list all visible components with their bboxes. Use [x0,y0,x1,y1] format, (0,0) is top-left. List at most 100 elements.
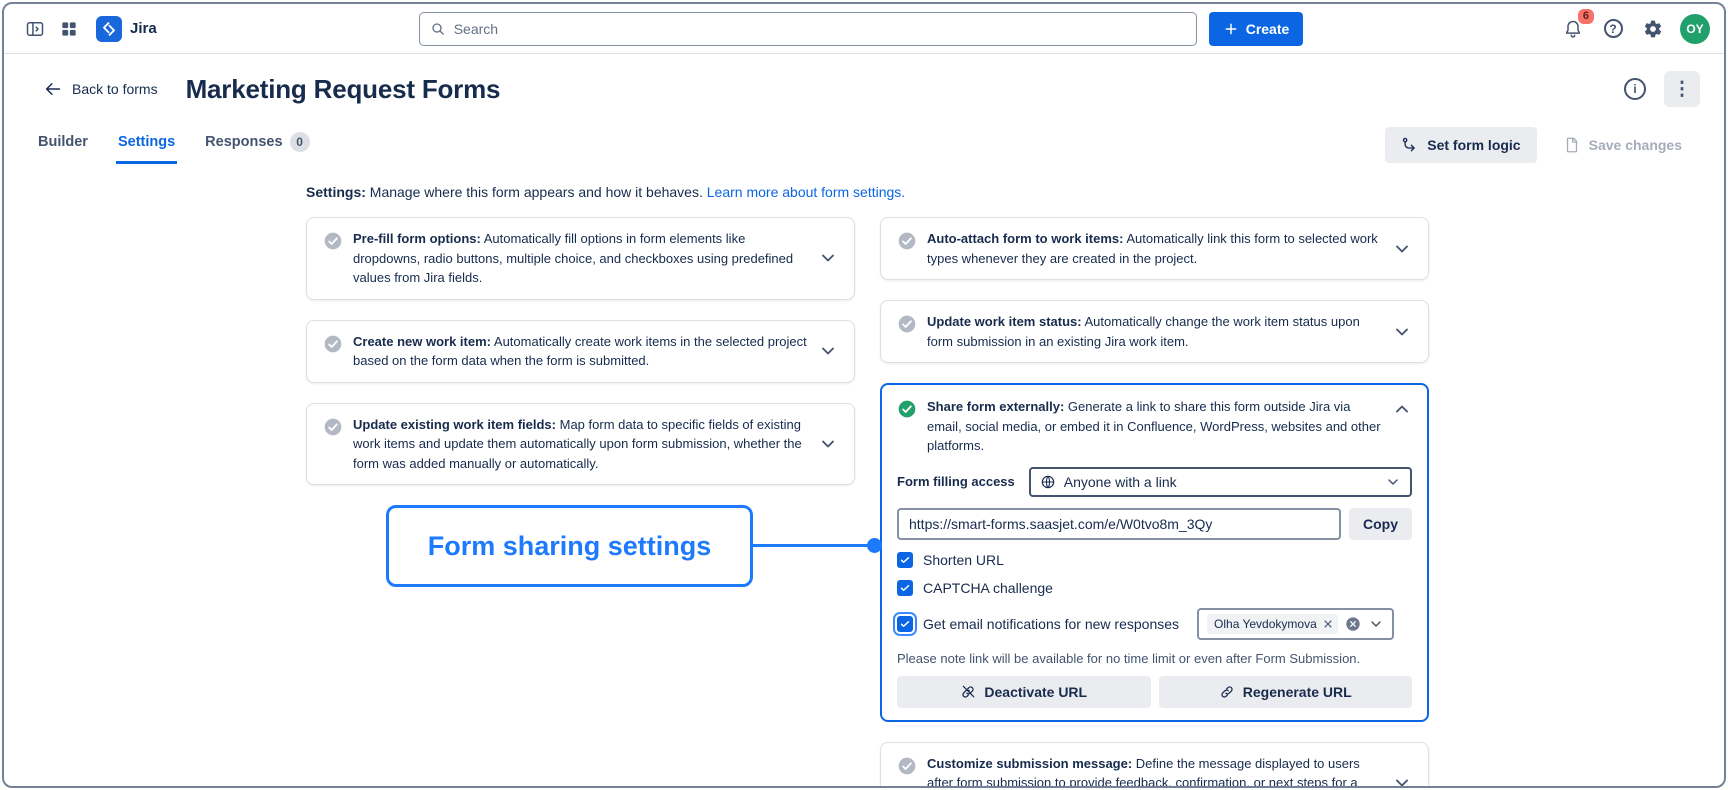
settings-button[interactable] [1636,12,1670,46]
auto-attach-card[interactable]: Auto-attach form to work items: Automati… [880,217,1429,280]
profile-avatar[interactable]: OY [1680,14,1710,44]
settings-column-left: Pre-fill form options: Automatically fil… [306,217,855,485]
more-menu-button[interactable]: ⋮ [1664,71,1700,107]
annotation-connector-dot [867,538,882,553]
search-icon [430,21,446,37]
global-search [419,12,1197,46]
sidebar-toggle-icon [25,19,45,39]
prefill-form-options-card[interactable]: Pre-fill form options: Automatically fil… [306,217,855,300]
create-new-work-item-card[interactable]: Create new work item: Automatically crea… [306,320,855,383]
check-circle-icon [323,334,343,354]
share-url-input[interactable] [897,508,1341,540]
jira-logo-icon [96,16,122,42]
card-text: Auto-attach form to work items: Automati… [927,229,1382,268]
plus-icon [1223,21,1239,37]
info-button[interactable]: i [1618,72,1652,106]
arrow-left-icon [44,80,62,98]
check-circle-icon [323,231,343,251]
chevron-up-icon[interactable] [1392,399,1412,419]
app-switcher-button[interactable] [52,12,86,46]
share-availability-note: Please note link will be available for n… [897,651,1412,666]
notifications-button[interactable]: 6 [1556,12,1590,46]
card-text: Create new work item: Automatically crea… [353,332,808,371]
captcha-label: CAPTCHA challenge [923,580,1053,596]
share-panel-text: Share form externally: Generate a link t… [927,397,1382,456]
check-icon [899,582,911,594]
jira-home-link[interactable]: Jira [96,16,157,42]
app-window: Jira Create 6 ? OY Back to f [2,2,1726,788]
clear-selection-icon[interactable] [1345,616,1361,632]
annotation-label: Form sharing settings [428,531,712,562]
save-icon [1563,136,1581,154]
back-label: Back to forms [72,81,158,97]
email-notifications-checkbox[interactable] [897,616,913,632]
chevron-down-icon[interactable] [818,248,838,268]
unlink-icon [960,684,976,700]
help-button[interactable]: ? [1596,12,1630,46]
tab-responses[interactable]: Responses 0 [203,126,311,164]
email-notifications-option: Get email notifications for new response… [897,608,1412,640]
save-changes-button[interactable]: Save changes [1553,127,1692,163]
chevron-down-icon[interactable] [1392,773,1412,788]
gear-icon [1643,19,1663,39]
chevron-down-icon[interactable] [1392,322,1412,342]
app-grid-icon [59,19,79,39]
form-filling-access-select[interactable]: Anyone with a link [1029,467,1412,497]
remove-tag-icon[interactable] [1322,618,1334,630]
notification-badge: 6 [1578,9,1594,24]
captcha-option: CAPTCHA challenge [897,580,1412,596]
form-filling-access-row: Form filling access Anyone with a link [897,467,1412,497]
card-text: Pre-fill form options: Automatically fil… [353,229,808,288]
check-circle-icon [323,417,343,437]
learn-more-link[interactable]: Learn more about form settings. [707,184,905,200]
check-icon [899,618,911,630]
top-navigation-bar: Jira Create 6 ? OY [4,4,1724,54]
customize-submission-message-card[interactable]: Customize submission message: Define the… [880,742,1429,789]
copy-url-button[interactable]: Copy [1349,508,1412,540]
captcha-checkbox[interactable] [897,580,913,596]
shorten-url-checkbox[interactable] [897,552,913,568]
card-text: Update existing work item fields: Map fo… [353,415,808,474]
form-toolbar: Set form logic Save changes [1385,127,1692,163]
more-icon: ⋮ [1673,78,1692,101]
shorten-url-option: Shorten URL [897,552,1412,568]
deactivate-url-button[interactable]: Deactivate URL [897,676,1151,708]
settings-columns: Pre-fill form options: Automatically fil… [306,217,1429,788]
topbar-actions: 6 ? OY [1556,12,1710,46]
notification-recipients-select[interactable]: Olha Yevdokymova [1197,608,1394,640]
recipient-name: Olha Yevdokymova [1214,617,1317,631]
chevron-down-icon[interactable] [1392,239,1412,259]
recipient-tag: Olha Yevdokymova [1207,614,1338,634]
page-header: Back to forms Marketing Request Forms i … [44,70,1700,108]
back-to-forms-button[interactable]: Back to forms [44,80,158,98]
sidebar-toggle-button[interactable] [18,12,52,46]
branch-icon [1401,136,1419,154]
update-status-card[interactable]: Update work item status: Automatically c… [880,300,1429,363]
tab-settings[interactable]: Settings [116,126,177,164]
card-text: Customize submission message: Define the… [927,754,1382,789]
check-circle-icon [897,314,917,334]
regenerate-url-button[interactable]: Regenerate URL [1159,676,1413,708]
share-url-row: Copy [897,508,1412,540]
tabs-row: Builder Settings Responses 0 Set form lo… [36,126,1692,164]
page-title: Marketing Request Forms [186,74,501,105]
search-input[interactable] [454,21,1186,37]
check-circle-icon [897,231,917,251]
globe-icon [1040,474,1056,490]
share-panel-header[interactable]: Share form externally: Generate a link t… [897,397,1412,456]
header-actions: i ⋮ [1618,71,1700,107]
form-tabs: Builder Settings Responses 0 [36,126,312,164]
create-button[interactable]: Create [1209,12,1304,46]
check-icon [899,554,911,566]
responses-count-badge: 0 [290,132,310,152]
share-url-actions: Deactivate URL Regenerate URL [897,676,1412,708]
settings-content: Settings: Manage where this form appears… [306,182,1429,788]
set-form-logic-button[interactable]: Set form logic [1385,127,1536,163]
chevron-down-icon[interactable] [818,341,838,361]
chevron-down-icon[interactable] [1368,616,1384,632]
chevron-down-icon [1385,474,1401,490]
chevron-down-icon[interactable] [818,434,838,454]
tab-builder[interactable]: Builder [36,126,90,164]
update-existing-fields-card[interactable]: Update existing work item fields: Map fo… [306,403,855,486]
link-icon [1219,684,1235,700]
